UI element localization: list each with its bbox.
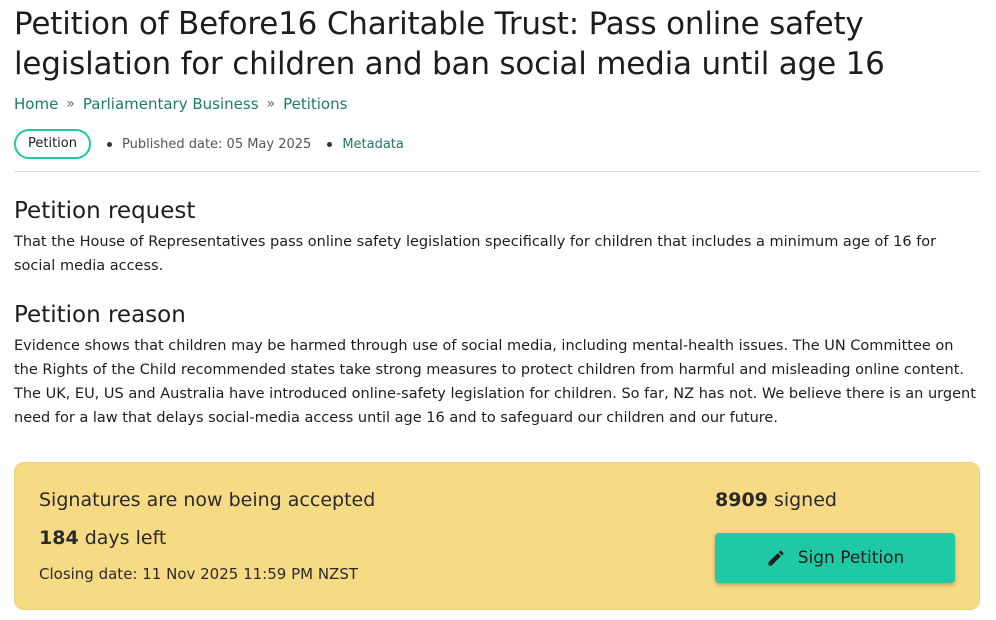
breadcrumb-separator: » bbox=[266, 96, 276, 112]
signature-panel: Signatures are now being accepted 184 da… bbox=[14, 462, 980, 610]
signed-count-label: signed bbox=[773, 489, 837, 511]
petition-reason-heading: Petition reason bbox=[14, 302, 186, 328]
breadcrumb-petitions[interactable]: Petitions bbox=[283, 93, 347, 115]
page-title: Petition of Before16 Charitable Trust: P… bbox=[14, 6, 885, 82]
meta-row: Petition Published date: 05 May 2025 Met… bbox=[14, 129, 980, 159]
signed-count: 8909 signed bbox=[715, 489, 837, 511]
petition-reason-text: Evidence shows that children may be harm… bbox=[14, 338, 976, 426]
days-left: 184 days left bbox=[39, 527, 166, 549]
divider bbox=[14, 171, 980, 172]
closing-date: Closing date: 11 Nov 2025 11:59 PM NZST bbox=[39, 565, 359, 583]
petition-badge: Petition bbox=[14, 129, 91, 159]
breadcrumb-home[interactable]: Home bbox=[14, 93, 58, 115]
petition-request-heading: Petition request bbox=[14, 198, 196, 224]
petition-request-text: That the House of Representatives pass o… bbox=[14, 234, 937, 274]
signature-status: Signatures are now being accepted bbox=[39, 489, 376, 511]
pencil-icon bbox=[766, 548, 786, 568]
published-date: Published date: 05 May 2025 bbox=[122, 136, 312, 152]
signed-count-number: 8909 bbox=[715, 489, 768, 511]
metadata-link[interactable]: Metadata bbox=[342, 137, 404, 152]
breadcrumb-separator: » bbox=[66, 96, 75, 112]
sign-petition-button[interactable]: Sign Petition bbox=[715, 533, 955, 583]
page-content: Petition of Before16 Charitable Trust: P… bbox=[14, 0, 980, 430]
days-left-count: 184 bbox=[39, 527, 79, 549]
days-left-label: days left bbox=[84, 527, 167, 549]
sign-petition-label: Sign Petition bbox=[797, 548, 905, 568]
breadcrumb-parliamentary-business[interactable]: Parliamentary Business bbox=[83, 93, 259, 115]
breadcrumb: Home » Parliamentary Business » Petition… bbox=[14, 93, 980, 115]
bullet-dot bbox=[327, 141, 333, 147]
bullet-dot bbox=[107, 141, 112, 147]
